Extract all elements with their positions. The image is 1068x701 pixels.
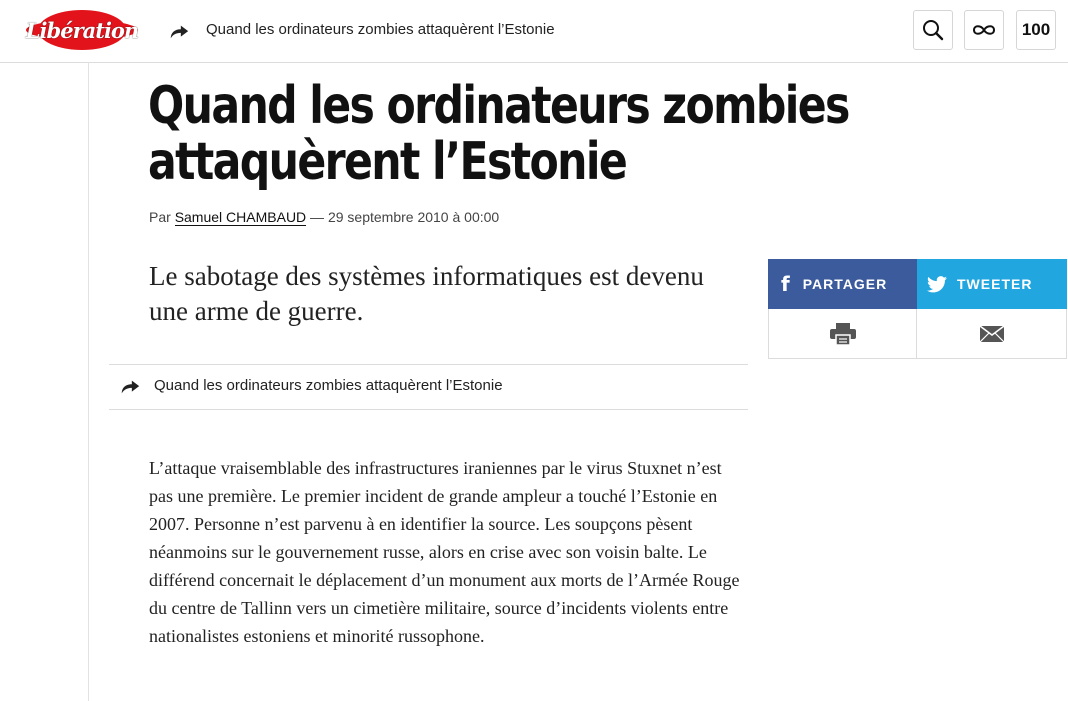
hundred-button[interactable]: 100 <box>1016 10 1056 50</box>
email-button[interactable] <box>916 309 1067 359</box>
header-article-title: Quand les ordinateurs zombies attaquèren… <box>206 21 555 38</box>
left-divider <box>88 62 89 701</box>
twitter-icon <box>927 275 947 292</box>
byline-prefix: Par <box>149 209 175 225</box>
twitter-share-label: TWEETER <box>957 276 1033 292</box>
article-body: L’attaque vraisemblable des infrastructu… <box>149 458 740 646</box>
print-icon <box>829 322 856 345</box>
author-link[interactable]: Samuel CHAMBAUD <box>174 209 307 226</box>
search-button[interactable] <box>913 10 953 50</box>
share-arrow-icon <box>121 380 140 394</box>
search-icon <box>923 20 944 41</box>
infinity-icon <box>972 25 996 35</box>
share-arrow-icon <box>170 25 189 39</box>
logo-text: Libération <box>25 17 139 43</box>
byline: Par Samuel CHAMBAUD — 29 septembre 2010 … <box>149 209 500 226</box>
standfirst: Le sabotage des systèmes informatiques e… <box>149 261 704 326</box>
article-title-line-1: Quand les ordinateurs zombies <box>148 76 850 136</box>
facebook-share-button[interactable]: f PARTAGER <box>768 259 917 309</box>
site-header: Libération Quand les ordinateurs zombies… <box>0 0 1068 63</box>
article-title-line-2: attaquèrent l’Estonie <box>148 132 628 192</box>
twitter-share-button[interactable]: TWEETER <box>917 259 1067 309</box>
mail-icon <box>979 325 1004 342</box>
facebook-icon: f <box>781 272 790 296</box>
related-article-link[interactable]: Quand les ordinateurs zombies attaquèren… <box>109 364 748 410</box>
infinity-button[interactable] <box>964 10 1004 50</box>
byline-date: — 29 septembre 2010 à 00:00 <box>306 209 500 225</box>
related-article-title: Quand les ordinateurs zombies attaquèren… <box>154 377 503 394</box>
liberation-logo[interactable]: Libération <box>25 9 139 51</box>
share-box: f PARTAGER TWEETER <box>768 259 1067 359</box>
print-button[interactable] <box>768 309 917 359</box>
facebook-share-label: PARTAGER <box>802 276 888 292</box>
article-title: Quand les ordinateurs zombies attaquèrent… <box>148 78 850 192</box>
